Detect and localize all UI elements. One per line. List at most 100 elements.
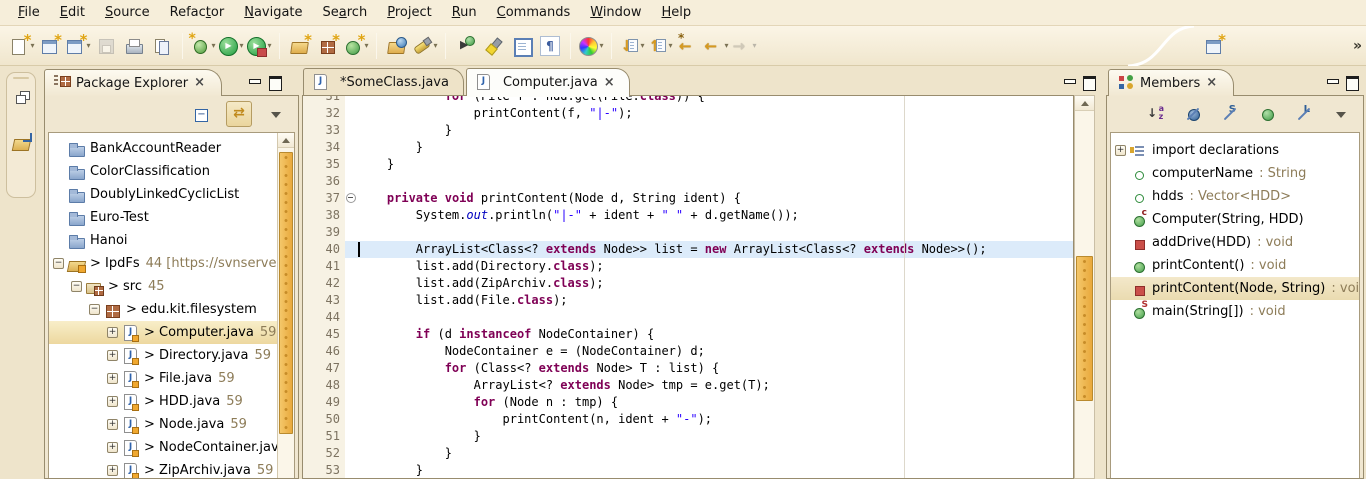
code-text[interactable]: list.add(Directory.class); <box>357 258 1073 275</box>
code-text[interactable]: for (Node n : tmp) { <box>357 394 1073 411</box>
tree-item[interactable]: +> NodeContainer.java59 <box>49 436 277 459</box>
close-icon[interactable]: × <box>194 77 205 89</box>
build-button[interactable] <box>149 33 175 59</box>
code-text[interactable]: } <box>357 462 1073 479</box>
code-line[interactable]: 42 list.add(ZipArchiv.class); <box>303 275 1073 292</box>
code-line[interactable]: 38 System.out.println("|-" + ident + " "… <box>303 207 1073 224</box>
code-line[interactable]: 48 ArrayList<? extends Node> tmp = e.get… <box>303 377 1073 394</box>
menu-refactor[interactable]: Refactor <box>160 2 235 23</box>
menu-help[interactable]: Help <box>652 2 702 23</box>
member-item[interactable]: Computer(String, HDD) <box>1111 208 1359 231</box>
code-text[interactable]: printContent(f, "|-"); <box>357 105 1073 122</box>
code-text[interactable]: } <box>357 156 1073 173</box>
dropdown-arrow-icon[interactable]: ▾ <box>267 41 271 50</box>
menu-edit[interactable]: Edit <box>50 2 95 23</box>
code-line[interactable]: 52 } <box>303 445 1073 462</box>
tree-item[interactable]: Euro-Test <box>49 206 277 229</box>
code-line[interactable]: 45 if (d instanceof NodeContainer) { <box>303 326 1073 343</box>
code-line[interactable]: 32 printContent(f, "|-"); <box>303 105 1073 122</box>
new-java-project-button[interactable] <box>287 33 313 59</box>
tree-item[interactable]: +> Computer.java59 <box>49 321 277 344</box>
back-button[interactable]: ▾ <box>703 33 729 59</box>
code-text[interactable]: System.out.println("|-" + ident + " " + … <box>357 207 1073 224</box>
dropdown-arrow-icon[interactable]: ▾ <box>211 41 215 50</box>
dropdown-arrow-icon[interactable]: ▾ <box>752 41 756 50</box>
minimize-view-button[interactable] <box>1326 76 1340 88</box>
member-item[interactable]: printContent() : void <box>1111 254 1359 277</box>
restore-views-button[interactable] <box>11 87 33 109</box>
expander-plus-icon[interactable]: + <box>107 419 118 430</box>
member-item[interactable]: hdds : Vector<HDD> <box>1111 185 1359 208</box>
code-line[interactable]: 49 for (Node n : tmp) { <box>303 394 1073 411</box>
tree-item[interactable]: −> src45 <box>49 275 277 298</box>
menu-file[interactable]: File <box>8 2 50 23</box>
next-annotation-button[interactable]: ▾ <box>619 33 645 59</box>
hide-static-button[interactable] <box>1217 101 1243 127</box>
show-nonpublic-button[interactable] <box>1254 101 1280 127</box>
collapse-all-button[interactable] <box>189 101 215 127</box>
close-icon[interactable]: × <box>1206 77 1217 89</box>
dropdown-arrow-icon[interactable]: ▾ <box>239 41 243 50</box>
show-whitespace-button[interactable] <box>537 33 563 59</box>
code-text[interactable] <box>357 309 1073 326</box>
code-line[interactable]: 41 list.add(Directory.class); <box>303 258 1073 275</box>
code-line[interactable]: 35 } <box>303 156 1073 173</box>
view-menu-button[interactable] <box>1328 101 1354 127</box>
code-line[interactable]: 43 list.add(File.class); <box>303 292 1073 309</box>
tree-item[interactable]: +> HDD.java59 <box>49 390 277 413</box>
scroll-up-arrow[interactable] <box>1075 96 1094 111</box>
new-class-button[interactable]: ▾ <box>343 33 369 59</box>
open-perspective-button[interactable] <box>1201 33 1227 59</box>
code-line[interactable]: 53 } <box>303 462 1073 479</box>
code-text[interactable] <box>357 224 1073 241</box>
maximize-view-button[interactable] <box>268 76 282 88</box>
minimize-editor-button[interactable] <box>1063 76 1077 88</box>
code-text[interactable]: for (Class<? extends Node> T : list) { <box>357 360 1073 377</box>
code-line[interactable]: 37 private void printContent(Node d, Str… <box>303 190 1073 207</box>
menu-project[interactable]: Project <box>377 2 442 23</box>
code-line[interactable]: 31 for (File f : hdd.get(File.class)) { <box>303 95 1073 105</box>
tree-item[interactable]: +> Directory.java59 <box>49 344 277 367</box>
code-text[interactable]: } <box>357 139 1073 156</box>
expander-plus-icon[interactable]: + <box>1115 145 1126 156</box>
code-text[interactable]: ArrayList<Class<? extends Node>> list = … <box>357 241 1073 258</box>
hide-fields-button[interactable] <box>1180 101 1206 127</box>
member-item[interactable]: computerName : String <box>1111 162 1359 185</box>
tree-item[interactable]: BankAccountReader <box>49 137 277 160</box>
previous-annotation-button[interactable]: ▾ <box>647 33 673 59</box>
tree-item[interactable]: DoublyLinkedCyclicList <box>49 183 277 206</box>
tree-item[interactable]: +> ZipArchiv.java59 <box>49 459 277 478</box>
fold-collapse-icon[interactable] <box>345 190 357 207</box>
run-button[interactable]: ▾ <box>218 33 244 59</box>
color-theme-button[interactable]: ▾ <box>578 33 604 59</box>
code-editor[interactable]: 31 for (File f : hdd.get(File.class)) {3… <box>303 95 1073 479</box>
sort-button[interactable] <box>1143 101 1169 127</box>
code-text[interactable]: } <box>357 122 1073 139</box>
maximize-editor-button[interactable] <box>1082 76 1096 88</box>
expander-plus-icon[interactable]: + <box>107 465 118 476</box>
code-text[interactable]: NodeContainer e = (NodeContainer) d; <box>357 343 1073 360</box>
code-line[interactable]: 44 <box>303 309 1073 326</box>
expander-minus-icon[interactable]: − <box>71 281 82 292</box>
scroll-up-arrow[interactable] <box>278 133 294 148</box>
highlighter-button[interactable] <box>481 33 507 59</box>
package-explorer-tab[interactable]: Package Explorer × <box>44 69 222 96</box>
editor-tab-computer-java[interactable]: Computer.java× <box>466 68 630 95</box>
code-text[interactable]: ArrayList<? extends Node> tmp = e.get(T)… <box>357 377 1073 394</box>
dropdown-arrow-icon[interactable]: ▾ <box>668 41 672 50</box>
dropdown-arrow-icon[interactable]: ▾ <box>724 41 728 50</box>
code-text[interactable]: for (File f : hdd.get(File.class)) { <box>357 95 1073 105</box>
open-type-button[interactable] <box>384 33 410 59</box>
expander-plus-icon[interactable]: + <box>107 350 118 361</box>
members-tab[interactable]: Members × <box>1108 69 1234 96</box>
editor-scrollbar[interactable] <box>1074 95 1095 479</box>
minimize-view-button[interactable] <box>248 76 262 88</box>
code-text[interactable]: list.add(File.class); <box>357 292 1073 309</box>
menu-source[interactable]: Source <box>95 2 160 23</box>
menu-navigate[interactable]: Navigate <box>234 2 312 23</box>
code-line[interactable]: 46 NodeContainer e = (NodeContainer) d; <box>303 343 1073 360</box>
code-line[interactable]: 33 } <box>303 122 1073 139</box>
expander-minus-icon[interactable]: − <box>53 258 64 269</box>
debug-button[interactable]: ▾ <box>190 33 216 59</box>
dropdown-arrow-icon[interactable]: ▾ <box>599 41 603 50</box>
